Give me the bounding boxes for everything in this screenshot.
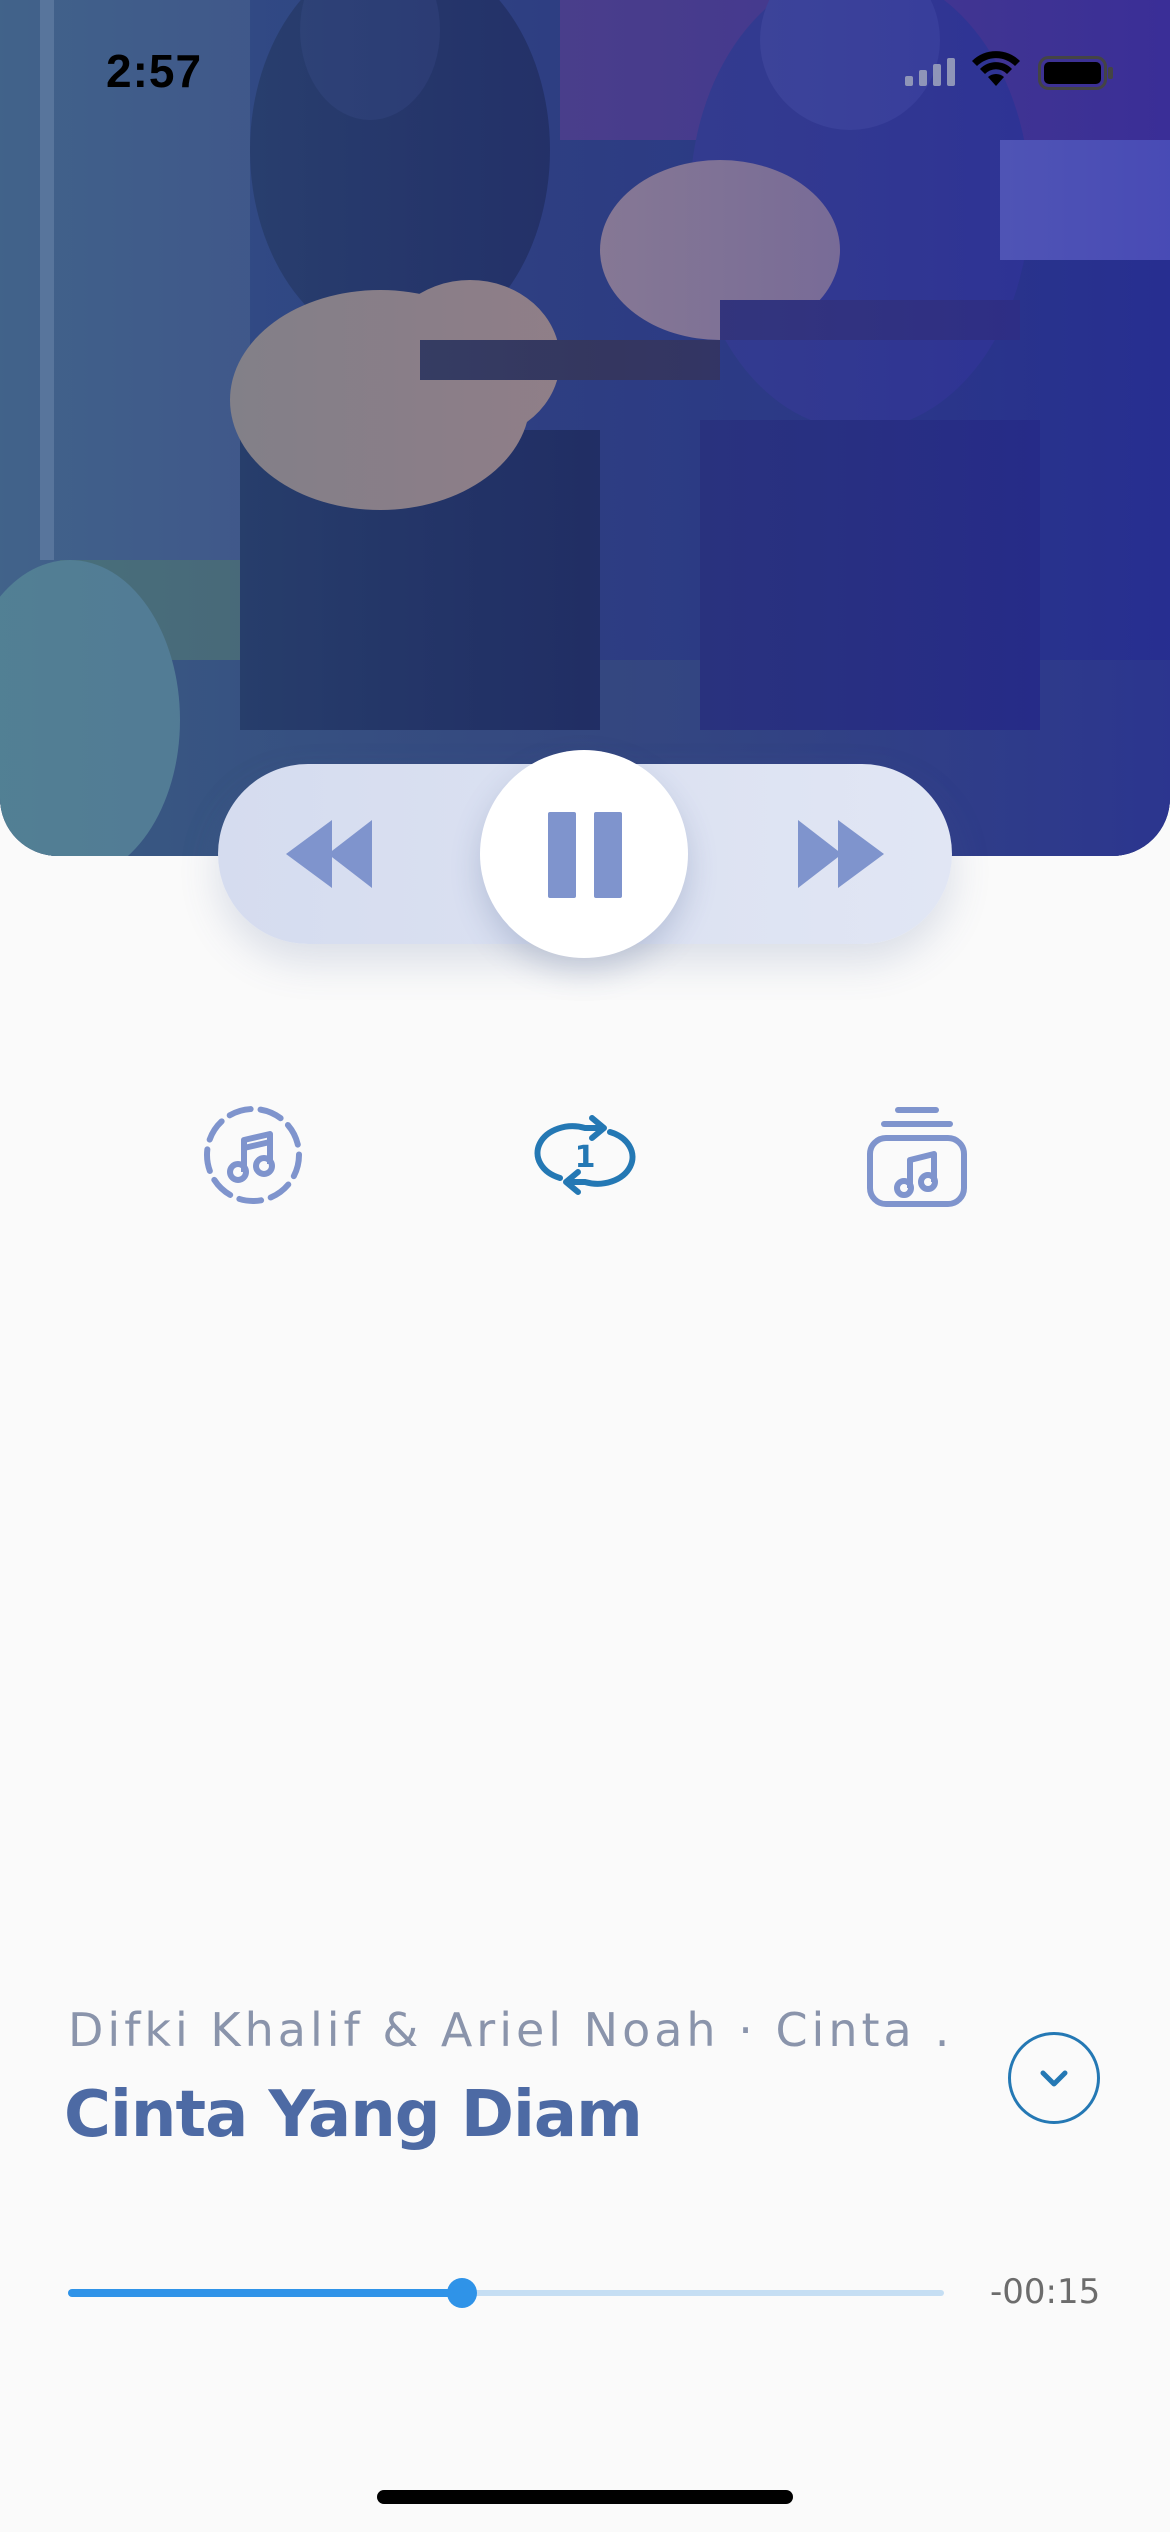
repeat-one-button[interactable]: 1 — [530, 1100, 640, 1210]
artist-album-label: Difki Khalif & Ariel Noah · Cinta … — [68, 2003, 948, 2057]
playlist-queue-icon — [867, 1107, 967, 1207]
repeat-one-badge: 1 — [575, 1140, 596, 1175]
battery-icon — [1038, 56, 1114, 94]
shuffle-music-button[interactable] — [198, 1100, 308, 1210]
song-title: Cinta Yang Diam — [64, 2078, 643, 2152]
status-bar: 2:57 — [0, 0, 1170, 150]
progress-fill — [68, 2289, 463, 2297]
pause-icon — [548, 812, 576, 898]
chevron-down-icon — [1040, 2070, 1068, 2087]
progress-slider[interactable] — [68, 2272, 944, 2312]
pause-button[interactable] — [480, 750, 688, 958]
repeat-one-icon: 1 — [534, 1115, 636, 1195]
pause-icon-bar — [594, 812, 622, 898]
playlist-queue-button[interactable] — [862, 1100, 972, 1210]
rewind-button[interactable] — [276, 810, 396, 898]
shuffle-music-icon — [204, 1106, 302, 1204]
now-playing-screen: 2:57 1 Difki Khalif & Ariel Noah · Cinta… — [0, 0, 1170, 2532]
status-time: 2:57 — [106, 45, 203, 97]
wifi-icon — [970, 50, 1022, 92]
fast-forward-button[interactable] — [774, 810, 894, 898]
cellular-signal-icon — [905, 56, 957, 90]
fast-forward-icon — [798, 820, 884, 888]
time-remaining: -00:15 — [990, 2272, 1101, 2312]
progress-thumb[interactable] — [447, 2278, 478, 2308]
collapse-player-button[interactable] — [1008, 2032, 1100, 2124]
rewind-icon — [286, 820, 372, 888]
home-indicator[interactable] — [377, 2490, 793, 2504]
